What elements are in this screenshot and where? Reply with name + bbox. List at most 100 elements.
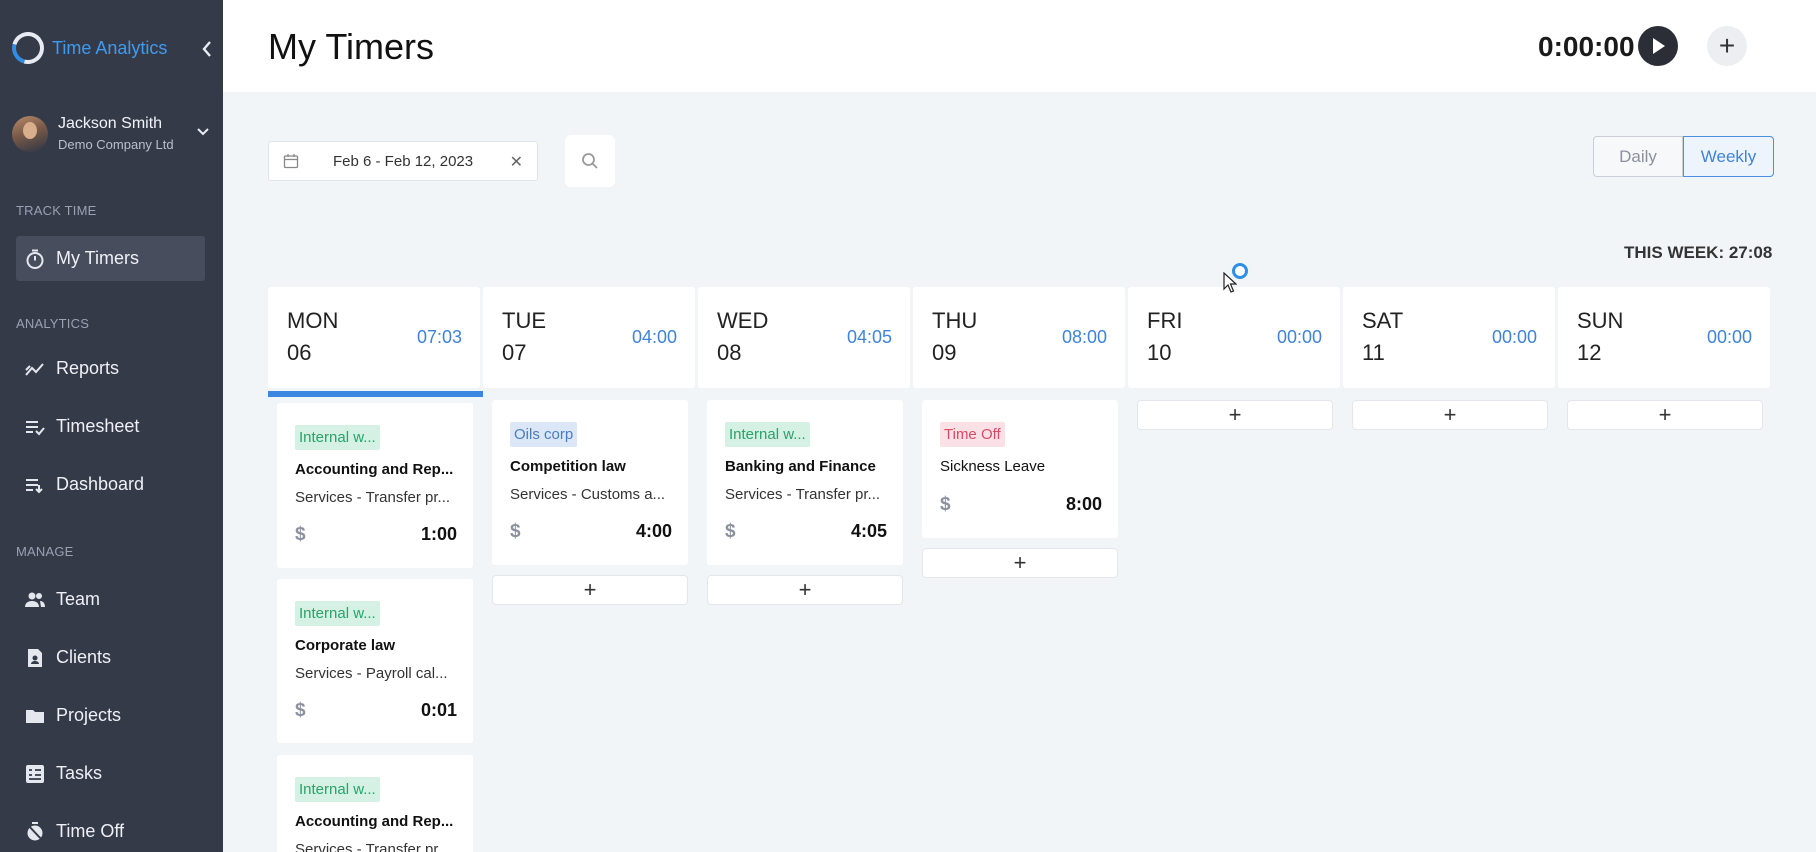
clear-date-icon[interactable]: ✕ [510,152,523,172]
billable-icon[interactable]: $ [725,521,736,543]
day-number: 10 [1147,340,1172,365]
selected-day-indicator [268,391,483,397]
time-entry-card[interactable]: Internal w... Banking and Finance Servic… [707,400,903,565]
sidebar: Time Analytics Jackson Smith Demo Compan… [0,0,223,852]
client-tag: Internal w... [295,601,380,626]
billable-icon[interactable]: $ [940,494,951,516]
section-analytics: ANALYTICS [16,316,90,331]
sidebar-item-timesheet[interactable]: Timesheet [16,404,205,449]
add-entry-fri-button[interactable]: + [1137,400,1333,430]
sidebar-item-projects[interactable]: Projects [16,693,205,738]
time-entry-card[interactable]: Internal w... Corporate law Services - P… [277,579,473,743]
week-total: THIS WEEK: 27:08 [1624,243,1773,262]
add-entry-tue-button[interactable]: + [492,575,688,605]
add-entry-sun-button[interactable]: + [1567,400,1763,430]
sidebar-item-my-timers[interactable]: My Timers [16,236,205,281]
chevron-left-icon[interactable] [200,38,214,60]
date-range-picker[interactable]: Feb 6 - Feb 12, 2023 ✕ [268,141,538,181]
user-company: Demo Company Ltd [58,137,174,152]
day-name: SUN [1577,308,1624,333]
timer-display: 0:00:00 [1538,31,1635,62]
day-number: 06 [287,340,312,365]
day-header-fri[interactable]: FRI 10 00:00 [1128,287,1340,388]
view-daily-button[interactable]: Daily [1593,136,1683,177]
add-entry-thu-button[interactable]: + [922,548,1118,578]
sidebar-item-team[interactable]: Team [16,577,205,622]
day-total: 00:00 [1276,327,1322,347]
entry-duration: 1:00 [420,524,457,544]
entry-duration: 0:01 [420,700,457,720]
sidebar-item-label: Clients [56,647,112,667]
main-content: My Timers 0:00:00 + Feb 6 - Feb 12, 2023… [223,0,1816,852]
time-entry-card[interactable]: Internal w... Accounting and Rep... Serv… [277,403,473,568]
brand[interactable]: Time Analytics [6,26,168,70]
day-header-sun[interactable]: SUN 12 00:00 [1558,287,1770,388]
billable-icon[interactable]: $ [510,521,521,543]
day-header-thu[interactable]: THU 09 08:00 [913,287,1125,388]
view-weekly-button[interactable]: Weekly [1683,136,1774,177]
entry-title: Corporate law [295,637,396,654]
trend-chart-icon [24,358,46,380]
day-header-mon[interactable]: MON 06 07:03 [268,287,480,388]
day-total: 04:05 [846,327,892,347]
view-toggle: Daily Weekly [1593,136,1774,177]
entry-title: Competition law [510,458,626,475]
day-name: WED [717,308,769,333]
search-button[interactable] [565,135,615,187]
day-name: SAT [1362,308,1404,333]
list-check-icon [24,416,46,438]
entry-title: Banking and Finance [725,458,876,475]
day-name: FRI [1147,308,1183,333]
time-entry-card[interactable]: Oils corp Competition law Services - Cus… [492,400,688,565]
calendar-icon [283,154,299,169]
sidebar-item-clients[interactable]: Clients [16,635,205,680]
day-header-wed[interactable]: WED 08 04:05 [698,287,910,388]
brand-name: Time Analytics [52,37,168,58]
day-number: 09 [932,340,957,365]
sidebar-item-reports[interactable]: Reports [16,346,205,391]
day-header-tue[interactable]: TUE 07 04:00 [483,287,695,388]
user-menu[interactable]: Jackson Smith Demo Company Ltd [12,115,212,152]
client-tag: Oils corp [510,422,578,447]
sidebar-item-label: Time Off [56,821,125,841]
section-track-time: TRACK TIME [16,203,97,218]
date-range-value: Feb 6 - Feb 12, 2023 [333,153,474,170]
list-down-icon [24,474,46,496]
time-entry-card[interactable]: Internal w... Accounting and Rep... Serv… [277,755,473,852]
time-entry-card[interactable]: Time Off Sickness Leave $ 8:00 [922,400,1118,538]
sidebar-item-dashboard[interactable]: Dashboard [16,462,205,507]
day-total: 04:00 [631,327,677,347]
start-timer-button[interactable] [1638,26,1678,66]
sidebar-item-label: Reports [56,358,120,378]
logo-icon [6,26,50,70]
billable-icon[interactable]: $ [295,700,306,722]
day-number: 08 [717,340,742,365]
sidebar-item-label: My Timers [56,248,139,268]
billable-icon[interactable]: $ [295,524,306,546]
day-header-sat[interactable]: SAT 11 00:00 [1343,287,1555,388]
user-name: Jackson Smith [58,115,163,132]
entry-subtitle: Services - Customs a... [510,486,666,503]
sidebar-item-label: Tasks [56,763,103,783]
play-icon [1653,38,1665,54]
sidebar-item-label: Dashboard [56,474,145,494]
entry-duration: 8:00 [1065,494,1102,514]
contact-card-icon [24,647,46,669]
add-entry-wed-button[interactable]: + [707,575,903,605]
sidebar-item-time-off[interactable]: Time Off [16,809,205,852]
entry-subtitle: Services - Transfer pr... [725,486,881,503]
entry-duration: 4:00 [635,521,672,541]
chevron-down-icon[interactable] [196,125,210,139]
day-total: 08:00 [1061,327,1107,347]
sidebar-item-tasks[interactable]: Tasks [16,751,205,796]
entry-title: Accounting and Rep... [295,461,454,478]
client-tag: Time Off [940,422,1005,447]
section-manage: MANAGE [16,544,74,559]
people-icon [24,589,46,611]
timer-off-icon [24,821,46,843]
sidebar-item-label: Projects [56,705,122,725]
add-entry-sat-button[interactable]: + [1352,400,1548,430]
add-entry-button[interactable]: + [1707,26,1747,66]
client-tag: Internal w... [725,422,810,447]
task-list-icon [24,763,46,785]
